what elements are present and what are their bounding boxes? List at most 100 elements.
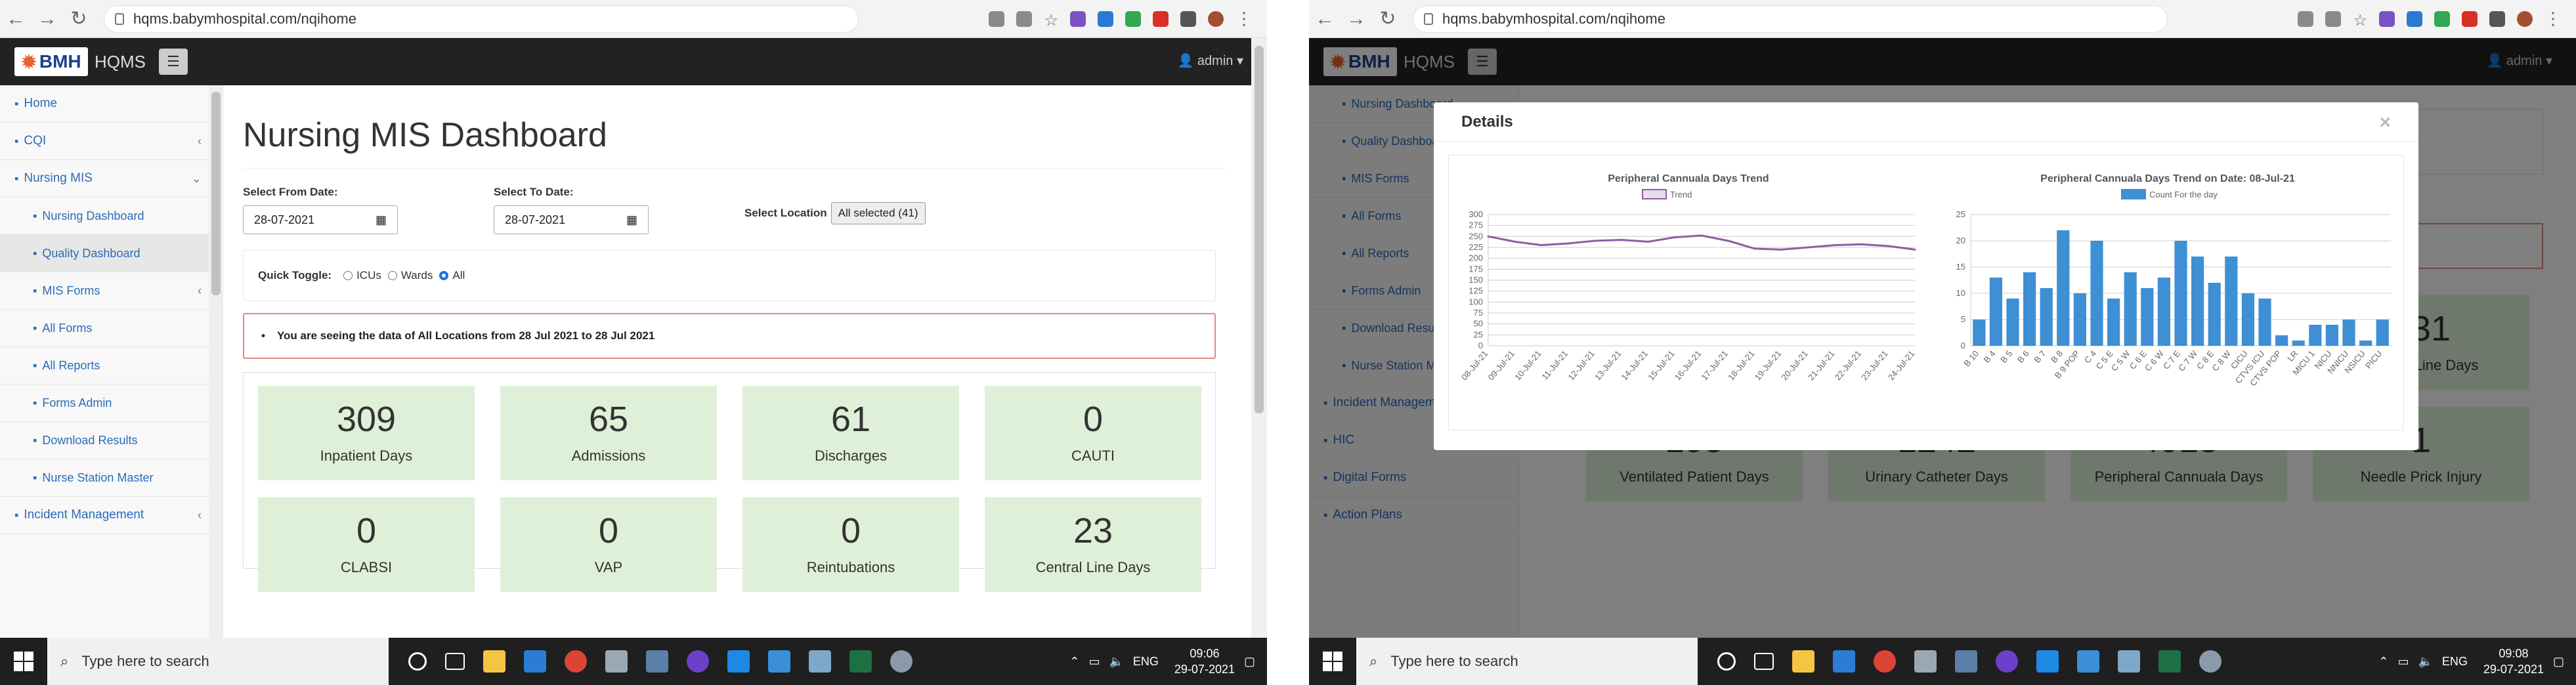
radio-all[interactable]: [439, 271, 449, 280]
extension-icon[interactable]: [1070, 10, 1086, 27]
avatar[interactable]: [2517, 10, 2533, 27]
chevron-icon[interactable]: ⌄: [192, 172, 202, 186]
calendar-icon[interactable]: ▦: [626, 213, 637, 227]
chrome-icon[interactable]: [565, 650, 587, 673]
share-icon[interactable]: [2298, 10, 2314, 27]
file-explorer-icon[interactable]: [1792, 650, 1814, 673]
github-icon[interactable]: [687, 650, 709, 673]
zoom-icon[interactable]: [1016, 10, 1033, 27]
star-icon[interactable]: ☆: [1044, 11, 1058, 30]
extension-icon[interactable]: [2379, 10, 2395, 27]
network-icon[interactable]: ▭: [1088, 655, 1100, 669]
zoom-icon[interactable]: [2325, 10, 2342, 27]
extension-icon[interactable]: [2407, 10, 2422, 27]
taskview-icon[interactable]: [1754, 653, 1774, 670]
menu-dots-icon[interactable]: ⋮: [1235, 9, 1253, 29]
chevron-icon[interactable]: ‹: [198, 509, 202, 522]
clock[interactable]: 09:08 29-07-2021: [2483, 646, 2544, 677]
sidebar-item-incident-management[interactable]: ▪ Incident Management ‹: [0, 497, 211, 534]
location-select[interactable]: All selected (41): [830, 202, 926, 224]
extension-icon[interactable]: [2462, 10, 2478, 27]
github-icon[interactable]: [1996, 650, 2018, 673]
reload-icon[interactable]: ↻: [1372, 0, 1404, 38]
kpi-card[interactable]: 23 Central Line Days: [985, 497, 1201, 592]
sidebar-item-quality-dashboard[interactable]: ▪ Quality Dashboard: [0, 235, 211, 272]
kpi-card[interactable]: 0 CLABSI: [258, 497, 475, 592]
extension-icon[interactable]: [1098, 10, 1113, 27]
app-icon[interactable]: [2077, 650, 2099, 673]
vscode-icon[interactable]: [727, 650, 750, 673]
windows-start-icon[interactable]: [1309, 638, 1356, 685]
address-bar[interactable]: hqms.babymhospital.com/nqihome: [1413, 5, 2168, 33]
chevron-icon[interactable]: ‹: [198, 135, 202, 148]
to-date-input[interactable]: 28-07-2021 ▦: [494, 205, 649, 234]
brand-logo[interactable]: ✹BMH: [14, 47, 88, 76]
forward-icon[interactable]: →: [1341, 0, 1372, 38]
sidebar-item-all-reports[interactable]: ▪ All Reports: [0, 347, 211, 384]
modal-backdrop[interactable]: Details × Peripheral Cannuala Days Trend…: [1309, 38, 2576, 638]
sidebar-scrollbar[interactable]: [209, 85, 223, 638]
volume-icon[interactable]: 🔈: [2418, 655, 2432, 669]
app-icon[interactable]: [1914, 650, 1937, 673]
language-indicator[interactable]: ENG: [1133, 655, 1159, 669]
page-scrollbar[interactable]: [1251, 38, 1267, 638]
sidebar-item-all-forms[interactable]: ▪ All Forms: [0, 310, 211, 347]
chevron-up-icon[interactable]: ⌃: [1069, 655, 1079, 669]
mail-icon[interactable]: [1833, 650, 1855, 673]
clock[interactable]: 09:06 29-07-2021: [1174, 646, 1235, 677]
app-icon[interactable]: [1955, 650, 1977, 673]
menu-dots-icon[interactable]: ⋮: [2544, 9, 2562, 29]
notification-icon[interactable]: ▢: [1244, 655, 1255, 669]
app-icon[interactable]: [768, 650, 790, 673]
sidebar-item-download-results[interactable]: ▪ Download Results: [0, 422, 211, 459]
avatar[interactable]: [1208, 10, 1224, 27]
extension-icon[interactable]: [1153, 10, 1169, 27]
hamburger-icon[interactable]: ☰: [159, 49, 188, 75]
forward-icon[interactable]: →: [32, 0, 63, 38]
sidebar-item-cqi[interactable]: ▪ CQI ‹: [0, 123, 211, 160]
address-bar[interactable]: hqms.babymhospital.com/nqihome: [104, 5, 859, 33]
user-menu[interactable]: 👤 admin ▾: [1177, 52, 1243, 69]
excel-icon[interactable]: [849, 650, 872, 673]
chevron-up-icon[interactable]: ⌃: [2378, 655, 2388, 669]
taskbar-search[interactable]: ⌕ Type here to search: [47, 638, 389, 685]
network-icon[interactable]: ▭: [2397, 655, 2409, 669]
extension-icon[interactable]: [1125, 10, 1141, 27]
cortana-icon[interactable]: [1717, 652, 1736, 671]
from-date-input[interactable]: 28-07-2021 ▦: [243, 205, 398, 234]
file-explorer-icon[interactable]: [483, 650, 505, 673]
kpi-card[interactable]: 65 Admissions: [500, 386, 717, 480]
sidebar-item-forms-admin[interactable]: ▪ Forms Admin: [0, 384, 211, 422]
star-icon[interactable]: ☆: [2353, 11, 2367, 30]
kpi-card[interactable]: 0 VAP: [500, 497, 717, 592]
back-icon[interactable]: ←: [1309, 0, 1341, 38]
kpi-card[interactable]: 61 Discharges: [742, 386, 959, 480]
cortana-icon[interactable]: [408, 652, 427, 671]
radio-wards[interactable]: [387, 271, 397, 280]
app-icon[interactable]: [2118, 650, 2140, 673]
reload-icon[interactable]: ↻: [63, 0, 95, 38]
app-icon[interactable]: [2199, 650, 2222, 673]
windows-start-icon[interactable]: [0, 638, 47, 685]
sidebar-item-mis-forms[interactable]: ▪ MIS Forms ‹: [0, 272, 211, 310]
close-icon[interactable]: ×: [2379, 112, 2391, 134]
puzzle-icon[interactable]: [2489, 10, 2505, 27]
kpi-card[interactable]: 309 Inpatient Days: [258, 386, 475, 480]
calendar-icon[interactable]: ▦: [376, 213, 387, 227]
radio-icus[interactable]: [343, 271, 353, 280]
vscode-icon[interactable]: [2036, 650, 2059, 673]
taskview-icon[interactable]: [445, 653, 465, 670]
kpi-card[interactable]: 0 Reintubations: [742, 497, 959, 592]
app-icon[interactable]: [646, 650, 668, 673]
sidebar-item-nursing-mis[interactable]: ▪ Nursing MIS ⌄: [0, 160, 211, 197]
language-indicator[interactable]: ENG: [2442, 655, 2468, 669]
kpi-card[interactable]: 0 CAUTI: [985, 386, 1201, 480]
puzzle-icon[interactable]: [1180, 10, 1196, 27]
sidebar-item-nurse-station-master[interactable]: ▪ Nurse Station Master: [0, 459, 211, 497]
share-icon[interactable]: [989, 10, 1005, 27]
mail-icon[interactable]: [524, 650, 546, 673]
sidebar-item-nursing-dashboard[interactable]: ▪ Nursing Dashboard: [0, 197, 211, 235]
sidebar-item-home[interactable]: ▪ Home: [0, 85, 211, 123]
notification-icon[interactable]: ▢: [2553, 655, 2564, 669]
app-icon[interactable]: [809, 650, 831, 673]
